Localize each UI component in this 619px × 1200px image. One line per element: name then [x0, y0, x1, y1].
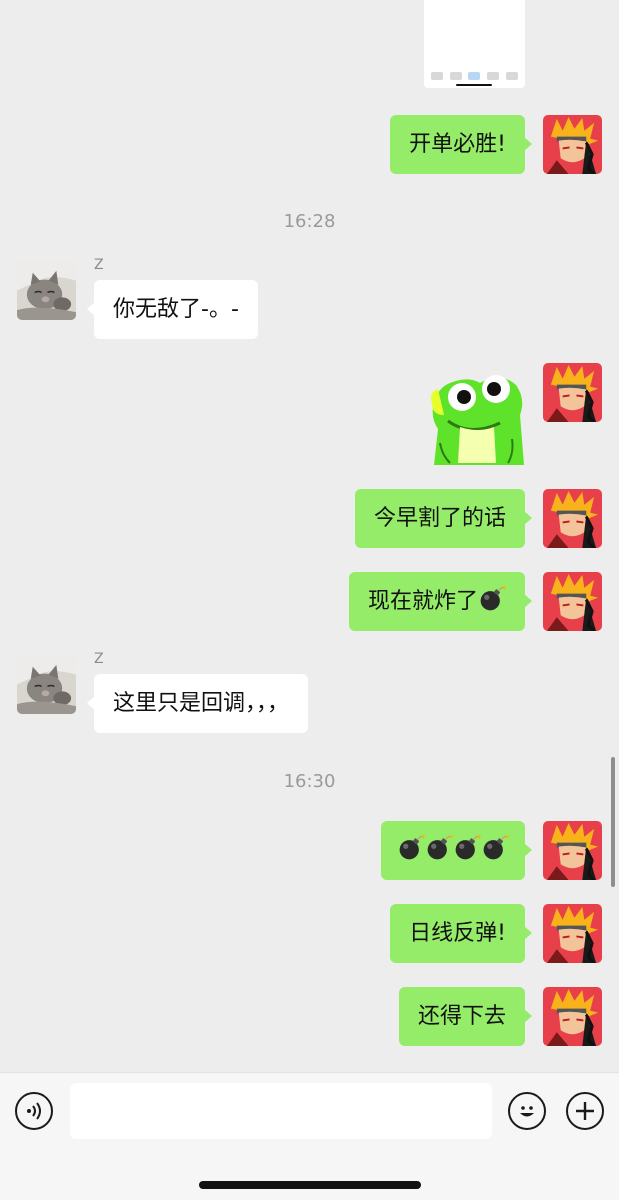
scrollbar[interactable] — [611, 757, 615, 887]
my-avatar[interactable] — [543, 572, 602, 631]
message-bubble-mine[interactable]: 还得下去 — [398, 987, 533, 1046]
message-input[interactable] — [70, 1083, 492, 1139]
image-indicator — [456, 84, 492, 86]
message-bubble-mine[interactable]: 日线反弹! — [390, 904, 532, 963]
voice-input-button[interactable] — [15, 1092, 53, 1130]
image-tab — [505, 72, 518, 80]
emoji-icon — [520, 1106, 534, 1117]
input-bar — [0, 1072, 619, 1200]
sender-name: Z — [94, 257, 104, 273]
message-bubble-mine[interactable]: 开单必胜! — [390, 115, 532, 174]
voice-input-icon — [27, 1102, 41, 1120]
my-avatar[interactable] — [543, 987, 602, 1046]
bomb-icon — [453, 834, 481, 862]
bomb-icon — [425, 834, 453, 862]
image-tab — [487, 72, 500, 80]
my-avatar[interactable] — [543, 904, 602, 963]
timestamp: 16:28 — [283, 211, 336, 232]
image-tab — [449, 72, 462, 80]
image-tab-active — [468, 72, 481, 80]
my-avatar[interactable] — [543, 821, 602, 880]
my-avatar[interactable] — [543, 489, 602, 548]
home-indicator — [199, 1181, 421, 1189]
contact-avatar[interactable] — [17, 261, 76, 320]
emoji-button[interactable] — [508, 1092, 546, 1130]
more-plus-icon — [576, 1102, 594, 1120]
timestamp: 16:30 — [283, 771, 336, 792]
more-button[interactable] — [566, 1092, 604, 1130]
contact-avatar[interactable] — [17, 655, 76, 714]
chat-area[interactable]: 开单必胜! 16:28 Z 你无敌了-。- 今早割了的话 现在就炸了 Z 这里只… — [0, 0, 619, 1072]
message-bubble-mine[interactable] — [381, 821, 532, 880]
message-bubble-theirs[interactable]: 你无敌了-。- — [87, 280, 258, 339]
message-bubble-mine[interactable]: 今早割了的话 — [354, 489, 533, 548]
bomb-icon — [481, 834, 509, 862]
bomb-icon — [478, 585, 506, 613]
message-bubble-mine[interactable]: 现在就炸了 — [348, 572, 533, 631]
message-bubble-theirs[interactable]: 这里只是回调，，， — [86, 674, 309, 733]
my-avatar[interactable] — [543, 363, 602, 422]
my-avatar[interactable] — [543, 115, 602, 174]
bomb-icon — [397, 834, 425, 862]
image-tab — [431, 72, 444, 80]
image-message[interactable] — [424, 0, 525, 88]
sender-name: Z — [94, 651, 104, 667]
image-preview-tabs — [428, 70, 521, 82]
message-text: 现在就炸了 — [367, 589, 478, 614]
frog-sticker[interactable] — [420, 363, 526, 465]
